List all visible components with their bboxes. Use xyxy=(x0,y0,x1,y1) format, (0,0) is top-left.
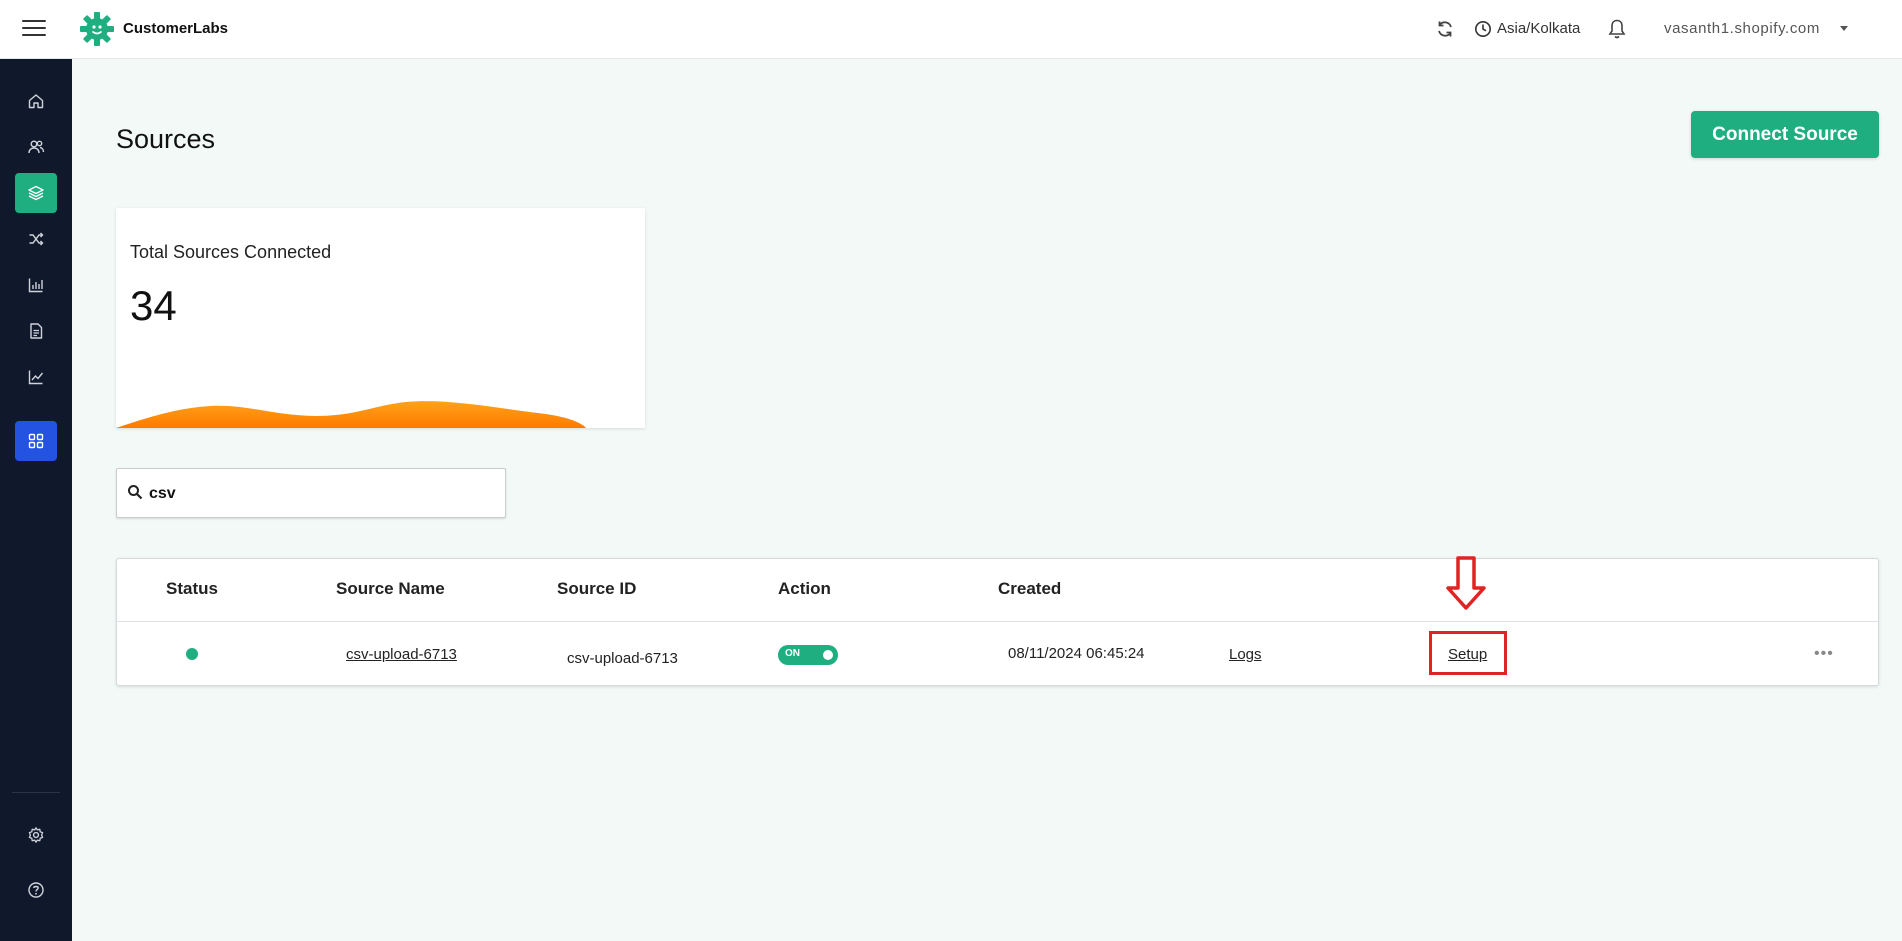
stat-label: Total Sources Connected xyxy=(130,242,332,262)
line-chart-icon xyxy=(28,370,44,385)
customerlabs-logo-icon xyxy=(80,12,114,46)
sparkline-wave xyxy=(116,401,586,428)
document-icon xyxy=(30,323,43,339)
header-source-id: Source ID xyxy=(557,579,637,598)
down-arrow-annotation-icon xyxy=(1446,556,1486,610)
sidebar-item-help[interactable] xyxy=(15,870,57,910)
sidebar-item-apps[interactable] xyxy=(15,421,57,461)
header-action: Action xyxy=(778,579,831,598)
header-created: Created xyxy=(998,579,1062,598)
chevron-down-icon[interactable] xyxy=(1840,26,1848,31)
search-input[interactable] xyxy=(149,481,489,507)
sources-table: Status Source Name Source ID Action Crea… xyxy=(116,558,1879,686)
setup-link[interactable]: Setup xyxy=(1448,646,1487,663)
timezone-label[interactable]: Asia/Kolkata xyxy=(1497,20,1580,37)
sidebar-item-home[interactable] xyxy=(15,81,57,121)
page-title: Sources xyxy=(116,124,216,154)
top-bar: CustomerLabs Asia/Kolkata vasanth1.shopi… xyxy=(0,0,1902,59)
header-source-name: Source Name xyxy=(336,579,445,598)
sidebar-item-shuffle[interactable] xyxy=(15,219,57,259)
sidebar xyxy=(0,59,72,941)
total-sources-card: Total Sources Connected 34 xyxy=(116,208,645,428)
sidebar-item-settings[interactable] xyxy=(15,815,57,855)
account-menu[interactable]: vasanth1.shopify.com xyxy=(1664,20,1820,37)
connect-source-button[interactable]: Connect Source xyxy=(1691,111,1879,158)
sidebar-item-analytics[interactable] xyxy=(15,265,57,305)
search-box xyxy=(116,468,506,518)
source-id-text: csv-upload-6713 xyxy=(567,650,678,667)
header-status: Status xyxy=(166,579,218,598)
shuffle-icon xyxy=(29,232,44,246)
table-divider xyxy=(117,621,1878,622)
sidebar-item-sources[interactable] xyxy=(15,173,57,213)
users-icon xyxy=(28,140,45,154)
created-date: 08/11/2024 06:45:24 xyxy=(1008,645,1145,662)
bar-chart-icon xyxy=(28,278,43,293)
menu-icon[interactable] xyxy=(22,20,46,38)
home-icon xyxy=(28,94,44,109)
toggle-label: ON xyxy=(785,648,800,659)
brand-name: CustomerLabs xyxy=(123,20,229,37)
gear-icon xyxy=(28,827,44,843)
sidebar-item-trends[interactable] xyxy=(15,357,57,397)
search-icon xyxy=(128,485,143,500)
logs-link[interactable]: Logs xyxy=(1229,646,1262,663)
toggle-knob xyxy=(823,650,833,660)
sidebar-item-reports[interactable] xyxy=(15,311,57,351)
source-name-link[interactable]: csv-upload-6713 xyxy=(346,646,457,663)
layers-icon xyxy=(28,185,44,201)
stat-value: 34 xyxy=(130,282,177,329)
status-indicator xyxy=(186,648,198,660)
clock-icon xyxy=(1475,21,1491,37)
refresh-icon[interactable] xyxy=(1435,19,1455,39)
help-icon xyxy=(28,882,44,898)
more-options-icon[interactable]: ••• xyxy=(1814,645,1834,663)
bell-icon[interactable] xyxy=(1607,18,1627,40)
grid-icon xyxy=(28,433,44,449)
source-toggle[interactable]: ON xyxy=(778,645,838,665)
sidebar-divider xyxy=(12,792,60,793)
sidebar-item-users[interactable] xyxy=(15,127,57,167)
